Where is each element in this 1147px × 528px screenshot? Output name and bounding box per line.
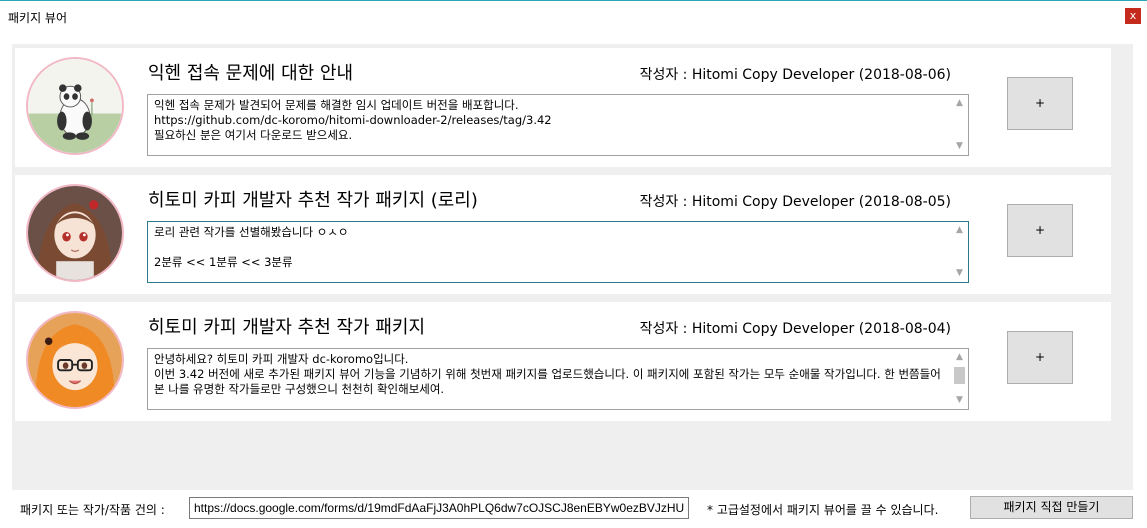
scroll-thumb[interactable] [954,367,965,384]
package-title: 히토미 카피 개발자 추천 작가 패키지 [148,317,426,338]
package-description[interactable]: 로리 관련 작가를 선별해봤습니다 ㅇㅅㅇ 2분류 << 1분류 << 3분류 … [147,221,969,283]
package-list[interactable]: 익헨 접속 문제에 대한 안내 작성자 : Hitomi Copy Develo… [12,44,1133,490]
package-description[interactable]: 안녕하세요? 히토미 카피 개발자 dc-koromo입니다. 이번 3.42 … [147,348,969,410]
scroll-up-icon[interactable]: ▲ [951,222,968,239]
add-package-button[interactable]: + [1007,331,1073,384]
window-title: 패키지 뷰어 [8,11,68,25]
package-viewer-window: 패키지 뷰어 x 익헨 접속 문제에 대한 안내 작성자: Hitomi Co… [0,0,1147,528]
package-author: 작성자 : Hitomi Copy Developer (2018-08-05) [639,194,951,210]
scroll-down-icon[interactable]: ▼ [951,265,968,282]
package-title: 익헨 접속 문제에 대한 안내 [148,63,354,84]
scroll-up-icon[interactable]: ▲ [951,95,968,112]
package-description[interactable]: 익헨 접속 문제가 발견되어 문제를 해결한 임시 업데이트 버전을 배포합니다… [147,94,969,156]
package-author: 작성자 : Hitomi Copy Developer (2018-08-06) [639,67,951,83]
description-line: 안녕하세요? 히토미 카피 개발자 dc-koromo입니다. [154,352,409,366]
description-line [154,240,948,255]
add-package-button[interactable]: + [1007,204,1073,257]
anime-girl-orange-hair-glasses-icon [26,311,124,409]
add-package-button[interactable]: + [1007,77,1073,130]
package-card: 익헨 접속 문제에 대한 안내 작성자 : Hitomi Copy Develo… [15,48,1111,167]
make-package-button[interactable]: 패키지 직접 만들기 [970,496,1133,519]
description-line: 익헨 접속 문제가 발견되어 문제를 해결한 임시 업데이트 버전을 배포합니다… [154,98,519,112]
scrollbar[interactable]: ▲ ▼ [951,95,968,155]
description-line: https://github.com/dc-koromo/hitomi-down… [154,113,552,127]
title-bar: 패키지 뷰어 x [0,1,1147,31]
package-card: 히토미 카피 개발자 추천 작가 패키지 작성자 : Hitomi Copy D… [15,302,1111,421]
description-line: 2분류 << 1분류 << 3분류 [154,255,293,269]
package-title: 히토미 카피 개발자 추천 작가 패키지 (로리) [148,190,478,211]
scroll-down-icon[interactable]: ▼ [951,392,968,409]
scroll-up-icon[interactable]: ▲ [951,349,968,366]
scrollbar[interactable]: ▲ ▼ [951,222,968,282]
footer-bar: 패키지 또는 작가/작품 건의 : * 고급설정에서 패키지 뷰어를 끌 수 있… [0,495,1147,523]
package-author: 작성자 : Hitomi Copy Developer (2018-08-04) [639,321,951,337]
panda-illustration-icon [26,57,124,155]
description-line: 로리 관련 작가를 선별해봤습니다 ㅇㅅㅇ [154,225,349,239]
suggest-label: 패키지 또는 작가/작품 건의 : [20,503,165,517]
close-button[interactable]: x [1125,8,1141,24]
description-line: 필요하신 분은 여기서 다운로드 받으세요. [154,128,353,142]
scroll-down-icon[interactable]: ▼ [951,138,968,155]
anime-girl-brown-hair-icon [26,184,124,282]
scrollbar[interactable]: ▲ ▼ [951,349,968,409]
suggest-url-field[interactable] [189,497,689,519]
settings-hint: * 고급설정에서 패키지 뷰어를 끌 수 있습니다. [707,503,939,517]
description-line: 이번 3.42 버전에 새로 추가된 패키지 뷰어 기능을 기념하기 위해 첫번… [154,367,941,396]
package-card: 히토미 카피 개발자 추천 작가 패키지 (로리) 작성자 : Hitomi C… [15,175,1111,294]
